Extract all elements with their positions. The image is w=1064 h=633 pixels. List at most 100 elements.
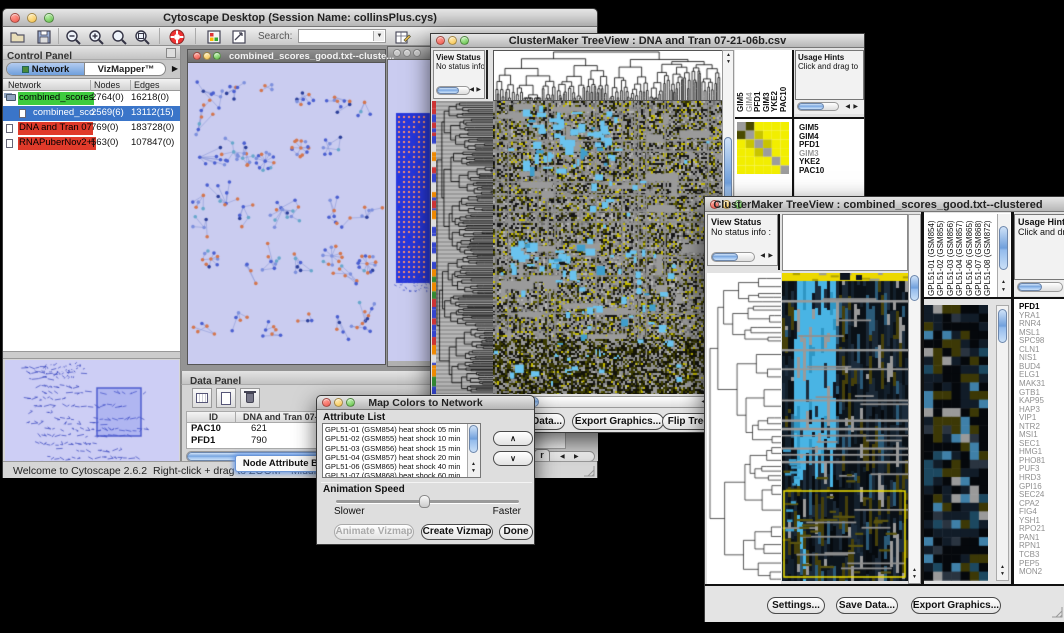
attribute-list[interactable]: GPL51-01 (GSM854) heat shock 05 minGPL51… — [322, 423, 481, 478]
control-panel: Control Panel Network VizMapper™ ▶ Netwo… — [3, 46, 181, 469]
tv2-usage-hints: Usage Hints Click and drag to — [1014, 214, 1064, 280]
main-titlebar[interactable]: Cytoscape Desktop (Session Name: collins… — [3, 9, 597, 27]
tv2-gene-labels: PFD1YRA1RNR4MSL1SPC98CLN1NIS1BUD4ELG1MAK… — [1014, 299, 1064, 584]
network-tree-icon — [22, 66, 29, 73]
done-button[interactable]: Done — [499, 524, 533, 540]
attribute-list-label: Attribute List — [323, 412, 385, 423]
tv1-heatmap[interactable] — [493, 101, 722, 394]
tv2-row-dendrogram[interactable] — [707, 273, 781, 585]
desktop: { "colors":{"lavender":"#caccf0","aqua_h… — [0, 0, 1064, 633]
tv2-view-status: View Status No status info : ◀ ▶ — [707, 214, 778, 266]
speed-slider-thumb[interactable] — [419, 495, 430, 508]
zoom-window-icon[interactable] — [213, 52, 221, 60]
tv2-usage-scroll[interactable] — [1014, 280, 1064, 296]
tv2-status-hscroll[interactable] — [711, 252, 755, 262]
attribute-list-vscroll[interactable]: ▲ ▼ — [467, 424, 480, 477]
tv2-resize-grip[interactable] — [1051, 606, 1063, 618]
attribute-editor-icon[interactable] — [394, 28, 412, 46]
tv1-column-label: PAC10 — [779, 87, 788, 112]
move-up-button[interactable]: ∧ — [493, 431, 533, 446]
attribute-item[interactable]: GPL51-01 (GSM854) heat shock 05 min — [325, 425, 465, 434]
tv1-zoom-matrix[interactable] — [737, 122, 789, 174]
animate-vizmap-button[interactable]: Animate Vizmap — [334, 524, 414, 540]
tv1-usage-scroll[interactable]: ◀ ▶ — [795, 100, 864, 114]
attribute-item[interactable]: GPL51-02 (GSM855) heat shock 10 min — [325, 434, 465, 443]
network-edges: 13112(15) — [131, 107, 174, 118]
open-file-icon[interactable] — [9, 28, 27, 46]
zoom-window-icon[interactable] — [413, 49, 421, 57]
tv2-zoom-heatmap[interactable] — [924, 305, 988, 581]
resize-grip[interactable] — [584, 466, 595, 477]
treeview2-title: ClusterMaker TreeView : combined_scores_… — [705, 199, 1051, 211]
network-name: combined_scores — [18, 92, 94, 105]
save-icon[interactable] — [35, 28, 53, 46]
annotation-icon[interactable] — [230, 28, 248, 46]
tv2-column-label: GPL51-06 (GSM865) — [965, 220, 974, 296]
network-table-header[interactable]: Network Nodes Edges — [3, 78, 180, 91]
treeview1-title: ClusterMaker TreeView : DNA and Tran 07-… — [431, 35, 864, 47]
birdseye-view[interactable] — [5, 360, 179, 467]
treeview1-titlebar[interactable]: ClusterMaker TreeView : DNA and Tran 07-… — [431, 34, 864, 48]
delete-attribute-icon[interactable] — [240, 388, 260, 408]
close-icon[interactable] — [193, 52, 201, 60]
tv1-row-dendrogram[interactable] — [436, 101, 493, 394]
tv2-save-data-button[interactable]: Save Data... — [836, 597, 898, 614]
tv1-status-hscroll[interactable] — [436, 86, 470, 95]
network-window-1: combined_scores_good.txt--cluste... — [187, 49, 386, 365]
tv2-heatmap-vscroll[interactable]: ▲ ▼ — [908, 214, 921, 584]
tv2-column-dendrogram[interactable] — [782, 214, 908, 271]
tv2-labels-vscroll[interactable]: ▲ ▼ — [997, 214, 1010, 297]
panel-splitter[interactable] — [3, 351, 180, 359]
zoom-fit-icon[interactable] — [133, 28, 151, 46]
tv1-column-label: PFD1 — [753, 92, 762, 112]
network-row[interactable]: DNA and Tran 07769(0)183728(0) — [3, 121, 180, 136]
dialog-titlebar[interactable]: Map Colors to Network — [317, 396, 534, 410]
tv2-export-graphics-button[interactable]: Export Graphics... — [911, 597, 1001, 614]
tv2-column-label: GPL51-08 (GSM872) — [983, 220, 992, 296]
search-dropdown-icon[interactable]: ▼ — [373, 31, 384, 41]
tv2-heatmap[interactable] — [782, 273, 908, 581]
search-input[interactable]: ▼ — [298, 29, 386, 43]
help-lifering-icon[interactable] — [168, 28, 186, 46]
tab-overflow-icon[interactable]: ▶ — [172, 64, 178, 73]
treeview2-titlebar[interactable]: ClusterMaker TreeView : combined_scores_… — [705, 197, 1064, 212]
tv2-zoom-vscroll[interactable]: ▲ ▼ — [996, 305, 1009, 581]
zoom-selected-icon[interactable] — [110, 28, 128, 46]
attribute-item[interactable]: GPL51-03 (GSM856) heat shock 15 min — [325, 444, 465, 453]
minimize-icon[interactable] — [203, 52, 211, 60]
tv2-column-label: GPL51-01 (GSM854) — [927, 220, 936, 296]
folder-icon — [6, 94, 16, 101]
attribute-item[interactable]: GPL51-07 (GSM868) heat shock 60 min — [325, 471, 465, 477]
network-name: RNAPuberNov2+| — [18, 137, 96, 150]
network-edges: 16218(0) — [131, 92, 169, 103]
map-colors-dialog: Map Colors to Network Attribute List GPL… — [316, 395, 535, 545]
tv1-export-graphics-button[interactable]: Export Graphics... — [572, 413, 664, 430]
network-row[interactable]: combined_scores2764(0)16218(0) — [3, 91, 180, 106]
network-row[interactable]: combined_sco2569(6)13112(15) — [3, 106, 180, 121]
network-window-1-titlebar[interactable]: combined_scores_good.txt--cluste... — [188, 50, 385, 63]
new-attribute-icon[interactable] — [216, 388, 236, 408]
create-vizmap-button[interactable]: Create Vizmap — [421, 524, 493, 540]
tv2-settings-button[interactable]: Settings... — [767, 597, 825, 614]
tv1-column-dendrogram[interactable] — [493, 50, 723, 101]
status-welcome: Welcome to Cytoscape 2.6.2 — [13, 465, 147, 477]
tv1-usage-hints: Usage Hints Click and drag to — [795, 50, 864, 100]
zoom-in-icon[interactable] — [87, 28, 105, 46]
vizmap-icon[interactable] — [205, 28, 223, 46]
attribute-select-icon[interactable] — [192, 388, 212, 408]
tv1-row-label: PAC10 — [799, 166, 824, 175]
float-panel-icon[interactable] — [166, 48, 176, 58]
minimize-icon[interactable] — [403, 49, 411, 57]
attribute-item[interactable]: GPL51-06 (GSM865) heat shock 40 min — [325, 462, 465, 471]
search-label: Search: — [258, 31, 292, 42]
move-down-button[interactable]: ∨ — [493, 451, 533, 466]
network-row[interactable]: RNAPuberNov2+|563(0)107847(0) — [3, 136, 180, 151]
network-view-1[interactable] — [188, 63, 385, 364]
network-list: combined_scores2764(0)16218(0)combined_s… — [3, 91, 180, 153]
tv2-column-label: GPL51-07 (GSM868) — [974, 220, 983, 296]
network-name: DNA and Tran 07 — [18, 122, 93, 135]
tab-vizmapper[interactable]: VizMapper™ — [85, 63, 166, 75]
attribute-item[interactable]: GPL51-04 (GSM857) heat shock 20 min — [325, 453, 465, 462]
tab-network[interactable]: Network — [7, 63, 85, 75]
zoom-out-icon[interactable] — [64, 28, 82, 46]
